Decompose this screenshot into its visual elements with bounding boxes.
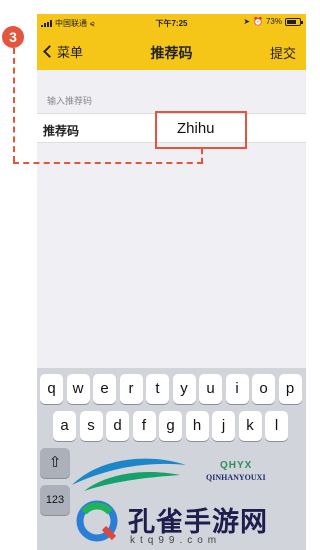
key-e[interactable]: e: [93, 374, 116, 404]
watermark-swoosh-icon: [72, 458, 186, 491]
key-f[interactable]: f: [132, 411, 156, 441]
key-h[interactable]: h: [185, 411, 209, 441]
annotation-highlight-box: [155, 111, 247, 149]
annotation-dashed-line: [13, 48, 15, 162]
location-icon: ➤: [243, 17, 251, 26]
step-number-badge: 3: [2, 26, 24, 48]
status-right: ➤ ⏰ 73%: [243, 17, 303, 26]
navigation-bar: 菜单 推荐码 提交: [37, 32, 306, 70]
submit-button[interactable]: 提交: [270, 43, 296, 62]
key-o[interactable]: o: [252, 374, 275, 404]
key-l[interactable]: l: [265, 411, 288, 441]
key-q[interactable]: q: [40, 374, 63, 404]
key-j[interactable]: j: [212, 411, 235, 441]
battery-fill: [287, 19, 296, 24]
key-i[interactable]: i: [225, 374, 249, 404]
key-p[interactable]: p: [278, 374, 302, 404]
section-label: 输入推荐码: [47, 96, 93, 106]
watermark-logo-icon: [76, 500, 118, 542]
referral-code-label: 推荐码: [43, 124, 80, 138]
key-k[interactable]: k: [238, 411, 262, 441]
page-title: 推荐码: [150, 45, 193, 61]
key-w[interactable]: w: [66, 374, 90, 404]
shift-icon: ⇧: [48, 454, 62, 471]
annotation-dashed-line: [13, 162, 203, 164]
watermark-logo-subtext: QINHANYOUXI: [206, 473, 266, 482]
key-s[interactable]: s: [79, 411, 103, 441]
numbers-key[interactable]: 123: [40, 485, 70, 515]
annotation-dashed-line: [201, 149, 203, 163]
watermark-logo-text: QHYX: [220, 460, 253, 471]
alarm-icon: ⏰: [253, 17, 263, 26]
watermark-brand: 孔雀手游网: [128, 507, 268, 537]
key-t[interactable]: t: [146, 374, 169, 404]
key-g[interactable]: g: [159, 411, 182, 441]
watermark-domain: ktq99.com: [130, 535, 222, 546]
battery-icon: [285, 17, 303, 26]
key-d[interactable]: d: [106, 411, 129, 441]
battery-percent: 73%: [265, 17, 282, 26]
shift-key[interactable]: ⇧: [40, 448, 70, 478]
key-r[interactable]: r: [119, 374, 143, 404]
key-y[interactable]: y: [172, 374, 196, 404]
status-bar: 中国联通 ⪨ 下午7:25 ➤ ⏰ 73%: [37, 14, 306, 32]
key-u[interactable]: u: [199, 374, 222, 404]
key-a[interactable]: a: [53, 411, 76, 441]
